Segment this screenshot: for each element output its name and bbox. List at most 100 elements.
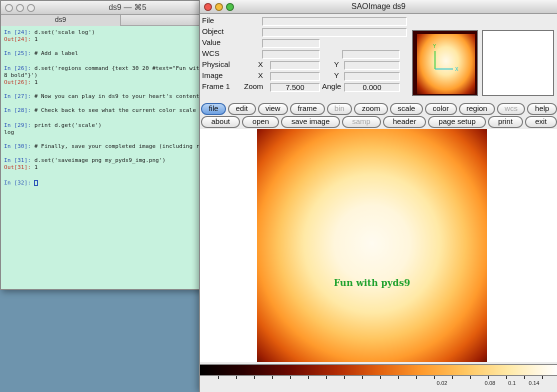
file-button[interactable]: file <box>201 103 227 115</box>
colorbar-tick-mark <box>236 376 237 379</box>
minimize-icon[interactable] <box>16 4 24 12</box>
edit-button[interactable]: edit <box>228 103 256 115</box>
input-prompt: In [29]: <box>4 122 31 129</box>
wcs-field-2 <box>342 50 400 59</box>
image-x-field <box>270 72 320 81</box>
input-prompt: In [26]: <box>4 65 31 72</box>
info-panel: File Object Value WCS Physical X Y Image… <box>200 14 557 102</box>
samp-button: samp <box>341 116 381 128</box>
image-y-label: Y <box>334 71 340 80</box>
compass-icon: Y X <box>432 44 459 73</box>
image-display[interactable]: Fun with pyds9 <box>257 129 487 362</box>
ds9-window[interactable]: SAOImage ds9 File Object Value WCS Physi… <box>199 0 557 392</box>
terminal-window-controls <box>5 4 35 12</box>
input-prompt: In [30]: <box>4 144 31 151</box>
image-label: Image <box>202 71 223 80</box>
colorbar-tick-mark <box>398 376 399 379</box>
region-button[interactable]: region <box>458 103 495 115</box>
zoom-value: 7.500 <box>285 83 305 92</box>
value-field <box>262 39 320 48</box>
colorbar-tick-mark <box>380 376 381 379</box>
output-prompt: Out[31]: <box>4 165 31 172</box>
colorbar-tick-mark <box>470 376 471 379</box>
terminal-tab[interactable]: ds9 <box>1 15 121 26</box>
terminal-title: ds9 — ⌘5 <box>108 3 147 12</box>
exit-button[interactable]: exit <box>524 116 557 128</box>
page-setup-button[interactable]: page setup <box>428 116 486 128</box>
ds9-title: SAOImage ds9 <box>351 2 406 11</box>
colorbar-tick-mark <box>290 376 291 379</box>
input-prompt: In [28]: <box>4 108 31 115</box>
about-button[interactable]: about <box>201 116 241 128</box>
physical-x-field <box>270 61 320 70</box>
physical-y-label: Y <box>334 60 340 69</box>
view-button[interactable]: view <box>257 103 289 115</box>
object-field <box>262 28 407 37</box>
color-button[interactable]: color <box>424 103 457 115</box>
colorbar-tick-mark <box>452 376 453 379</box>
file-label: File <box>202 16 215 25</box>
input-prompt: In [31]: <box>4 158 31 165</box>
magnifier-view <box>482 30 554 96</box>
input-prompt: In [24]: <box>4 30 31 36</box>
header-button[interactable]: header <box>382 116 427 128</box>
colorbar-tick-mark <box>362 376 363 379</box>
cursor-icon <box>34 179 39 186</box>
frame-label: Frame 1 <box>202 82 230 91</box>
image-x-label: X <box>258 71 264 80</box>
panner-view[interactable]: Y X <box>412 30 478 96</box>
close-icon[interactable] <box>204 3 212 11</box>
colorbar-tick-mark <box>326 376 327 379</box>
colorbar-tick-label: 0.1 <box>508 381 516 387</box>
zoom-button[interactable]: zoom <box>354 103 388 115</box>
frame-button[interactable]: frame <box>290 103 325 115</box>
image-y-field <box>344 72 400 81</box>
physical-y-field <box>344 61 400 70</box>
colorbar-tick-label: 0.02 <box>436 381 448 387</box>
colorbar-tick-mark <box>416 376 417 379</box>
colorbar-tick-mark <box>308 376 309 379</box>
colorbar-tick-label: 0.08 <box>484 381 496 387</box>
input-prompt: In [32]: <box>4 180 35 187</box>
colorbar-tick-mark <box>506 376 507 379</box>
colorbar-tick-mark <box>218 376 219 379</box>
minimize-icon[interactable] <box>215 3 223 11</box>
input-prompt: In [25]: <box>4 51 31 58</box>
colorbar-tick-mark <box>488 376 489 379</box>
object-label: Object <box>202 27 224 36</box>
physical-label: Physical <box>202 60 230 69</box>
ds9-titlebar[interactable]: SAOImage ds9 <box>200 0 557 14</box>
colorbar-tick-mark <box>542 376 543 379</box>
output-prompt: Out[24]: <box>4 37 31 44</box>
angle-label: Angle <box>322 82 342 91</box>
save-image-button[interactable]: save image <box>281 116 340 128</box>
physical-x-label: X <box>258 60 264 69</box>
zoom-icon[interactable] <box>27 4 35 12</box>
open-button[interactable]: open <box>242 116 280 128</box>
image-canvas[interactable]: Fun with pyds9 <box>200 129 557 362</box>
zoom-label: Zoom <box>244 82 264 91</box>
wcs-field-1 <box>262 50 320 59</box>
colorbar-tick-mark <box>344 376 345 379</box>
input-prompt: In [27]: <box>4 94 31 101</box>
main-button-bar: file edit view frame bin zoom scale color region… <box>200 103 557 116</box>
svg-text:X: X <box>455 67 459 73</box>
colorbar-tick-mark <box>524 376 525 379</box>
close-icon[interactable] <box>5 4 13 12</box>
desktop-panel <box>0 290 200 392</box>
output-prompt: Out[26]: <box>4 80 31 87</box>
file-button-bar: about open save image samp header page setup p… <box>200 116 557 129</box>
zoom-icon[interactable] <box>226 3 234 11</box>
help-button[interactable]: help <box>527 103 557 115</box>
print-button[interactable]: print <box>487 116 523 128</box>
colorbar[interactable] <box>200 364 557 376</box>
text-region-label[interactable]: Fun with pyds9 <box>257 279 487 289</box>
wcs-button: wcs <box>496 103 526 115</box>
value-label: Value <box>202 38 221 47</box>
image-data <box>257 129 487 362</box>
colorbar-tick-mark <box>254 376 255 379</box>
svg-text:Y: Y <box>432 44 437 50</box>
file-field <box>262 17 407 26</box>
colorbar-tick-mark <box>434 376 435 379</box>
scale-button[interactable]: scale <box>389 103 423 115</box>
